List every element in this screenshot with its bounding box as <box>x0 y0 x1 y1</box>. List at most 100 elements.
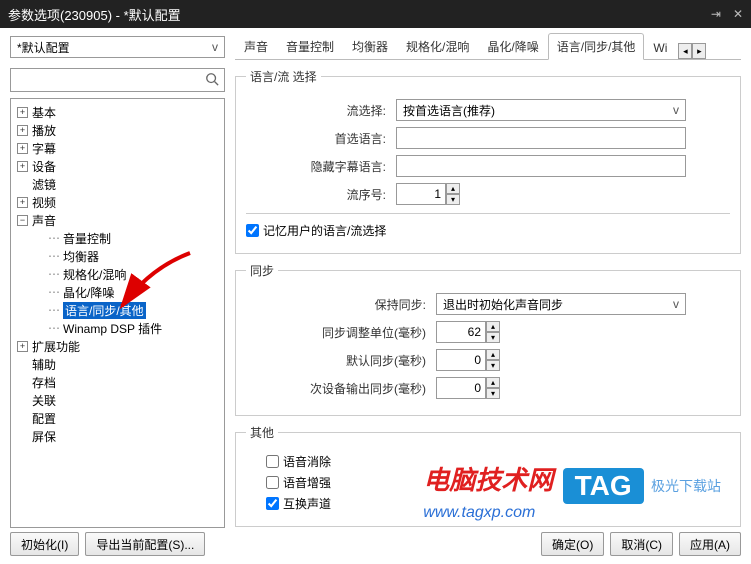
tab-scroll: ◂ ▸ <box>678 43 706 59</box>
default-sync-input[interactable] <box>436 349 486 371</box>
search-icon[interactable] <box>204 72 220 89</box>
group-other-legend: 其他 <box>246 424 278 441</box>
keep-sync-label: 保持同步: <box>246 296 436 313</box>
voice-enhance-checkbox[interactable] <box>266 476 279 489</box>
tree-toggle-icon[interactable]: + <box>17 125 28 136</box>
tab-scroll-right[interactable]: ▸ <box>692 43 706 59</box>
pin-icon[interactable]: ⇥ <box>711 7 721 21</box>
spin-up-icon[interactable]: ▴ <box>486 377 500 388</box>
tree-toggle-icon[interactable]: + <box>17 197 28 208</box>
search-box[interactable] <box>10 68 225 92</box>
tree-item-label: Winamp DSP 插件 <box>63 320 162 337</box>
default-sync-spinner[interactable]: ▴▾ <box>436 349 500 371</box>
tree-item[interactable]: ⋯音量控制 <box>13 229 222 247</box>
tree-item-label: 基本 <box>32 104 56 121</box>
tab-volume[interactable]: 音量控制 <box>277 33 343 59</box>
pref-lang-input[interactable] <box>396 127 686 149</box>
tree-item[interactable]: −声音 <box>13 211 222 229</box>
group-sync: 同步 保持同步: 退出时初始化声音同步 v 同步调整单位(毫秒) <box>235 262 741 416</box>
tree-toggle-icon[interactable]: + <box>17 143 28 154</box>
tree-item[interactable]: 屏保 <box>13 427 222 445</box>
apply-button[interactable]: 应用(A) <box>679 532 741 556</box>
export-button[interactable]: 导出当前配置(S)... <box>85 532 205 556</box>
tab-sound[interactable]: 声音 <box>235 33 277 59</box>
tree-item[interactable]: + 扩展功能 <box>13 337 222 355</box>
tree-item-label: 语言/同步/其他 <box>63 302 146 319</box>
tree-toggle-icon[interactable] <box>17 377 28 388</box>
swap-channel-label: 互换声道 <box>283 495 331 512</box>
spin-down-icon[interactable]: ▾ <box>446 194 460 205</box>
group-language-legend: 语言/流 选择 <box>246 68 321 85</box>
tree-item[interactable]: 存档 <box>13 373 222 391</box>
tab-scroll-left[interactable]: ◂ <box>678 43 692 59</box>
secondary-sync-input[interactable] <box>436 377 486 399</box>
ok-button[interactable]: 确定(O) <box>541 532 604 556</box>
tree-item[interactable]: + 基本 <box>13 103 222 121</box>
tree-item[interactable]: 关联 <box>13 391 222 409</box>
stream-no-input[interactable] <box>396 183 446 205</box>
spin-up-icon[interactable]: ▴ <box>486 321 500 332</box>
close-icon[interactable]: ✕ <box>733 7 743 21</box>
spin-down-icon[interactable]: ▾ <box>486 388 500 399</box>
config-dropdown[interactable]: *默认配置 v <box>10 36 225 58</box>
sync-unit-input[interactable] <box>436 321 486 343</box>
keep-sync-dropdown[interactable]: 退出时初始化声音同步 v <box>436 293 686 315</box>
tree-item[interactable]: ⋯Winamp DSP 插件 <box>13 319 222 337</box>
tree-toggle-icon[interactable]: + <box>17 107 28 118</box>
tree-toggle-icon[interactable] <box>17 179 28 190</box>
tree-toggle-icon[interactable] <box>17 413 28 424</box>
secondary-sync-spinner[interactable]: ▴▾ <box>436 377 500 399</box>
tab-lang-sync[interactable]: 语言/同步/其他 <box>548 33 645 60</box>
cancel-button[interactable]: 取消(C) <box>610 532 673 556</box>
spin-down-icon[interactable]: ▾ <box>486 360 500 371</box>
remember-checkbox[interactable] <box>246 224 259 237</box>
tree-item-label: 滤镜 <box>32 176 56 193</box>
tree-toggle-icon[interactable]: − <box>17 215 28 226</box>
tree-item[interactable]: ⋯规格化/混响 <box>13 265 222 283</box>
tree-item[interactable]: ⋯晶化/降噪 <box>13 283 222 301</box>
tree-item[interactable]: 配置 <box>13 409 222 427</box>
voice-cancel-checkbox[interactable] <box>266 455 279 468</box>
sync-unit-spinner[interactable]: ▴▾ <box>436 321 500 343</box>
tree-item[interactable]: ⋯均衡器 <box>13 247 222 265</box>
stream-select-label: 流选择: <box>246 102 396 119</box>
tree-item[interactable]: ⋯语言/同步/其他 <box>13 301 222 319</box>
stream-select-dropdown[interactable]: 按首选语言(推荐) v <box>396 99 686 121</box>
tree-item-label: 关联 <box>32 392 56 409</box>
config-dropdown-value: *默认配置 <box>17 39 70 56</box>
spin-down-icon[interactable]: ▾ <box>486 332 500 343</box>
tree-branch-icon: ⋯ <box>47 303 61 317</box>
spin-up-icon[interactable]: ▴ <box>446 183 460 194</box>
window-title: 参数选项(230905) - *默认配置 <box>8 5 181 24</box>
tree-item[interactable]: + 视频 <box>13 193 222 211</box>
tree-item[interactable]: 辅助 <box>13 355 222 373</box>
tab-winamp[interactable]: Wi <box>644 36 676 59</box>
tree-toggle-icon[interactable]: + <box>17 161 28 172</box>
tree-item-label: 扩展功能 <box>32 338 80 355</box>
tree-item-label: 视频 <box>32 194 56 211</box>
tree-item-label: 字幕 <box>32 140 56 157</box>
tree-item[interactable]: 滤镜 <box>13 175 222 193</box>
search-input[interactable] <box>15 73 204 87</box>
tree-item[interactable]: +播放 <box>13 121 222 139</box>
tree-toggle-icon[interactable] <box>17 431 28 442</box>
divider <box>246 213 730 214</box>
tab-eq[interactable]: 均衡器 <box>343 33 397 59</box>
hide-sub-input[interactable] <box>396 155 686 177</box>
swap-channel-checkbox[interactable] <box>266 497 279 510</box>
tree-view[interactable]: +基本+播放+字幕+设备滤镜+视频−声音⋯音量控制⋯均衡器⋯规格化/混响⋯晶化/… <box>10 98 225 528</box>
stream-no-spinner[interactable]: ▴▾ <box>396 183 460 205</box>
tree-item[interactable]: +设备 <box>13 157 222 175</box>
tree-item[interactable]: + 字幕 <box>13 139 222 157</box>
tree-item-label: 晶化/降噪 <box>63 284 114 301</box>
group-language: 语言/流 选择 流选择: 按首选语言(推荐) v 首选语言: 隐藏字幕语言: <box>235 68 741 254</box>
tree-toggle-icon[interactable]: + <box>17 341 28 352</box>
spin-up-icon[interactable]: ▴ <box>486 349 500 360</box>
tree-item-label: 规格化/混响 <box>63 266 126 283</box>
tree-toggle-icon[interactable] <box>17 359 28 370</box>
init-button[interactable]: 初始化(I) <box>10 532 79 556</box>
tab-crystal[interactable]: 晶化/降噪 <box>478 33 547 59</box>
tree-toggle-icon[interactable] <box>17 395 28 406</box>
stream-select-value: 按首选语言(推荐) <box>403 102 495 119</box>
tab-normalize[interactable]: 规格化/混响 <box>397 33 478 59</box>
